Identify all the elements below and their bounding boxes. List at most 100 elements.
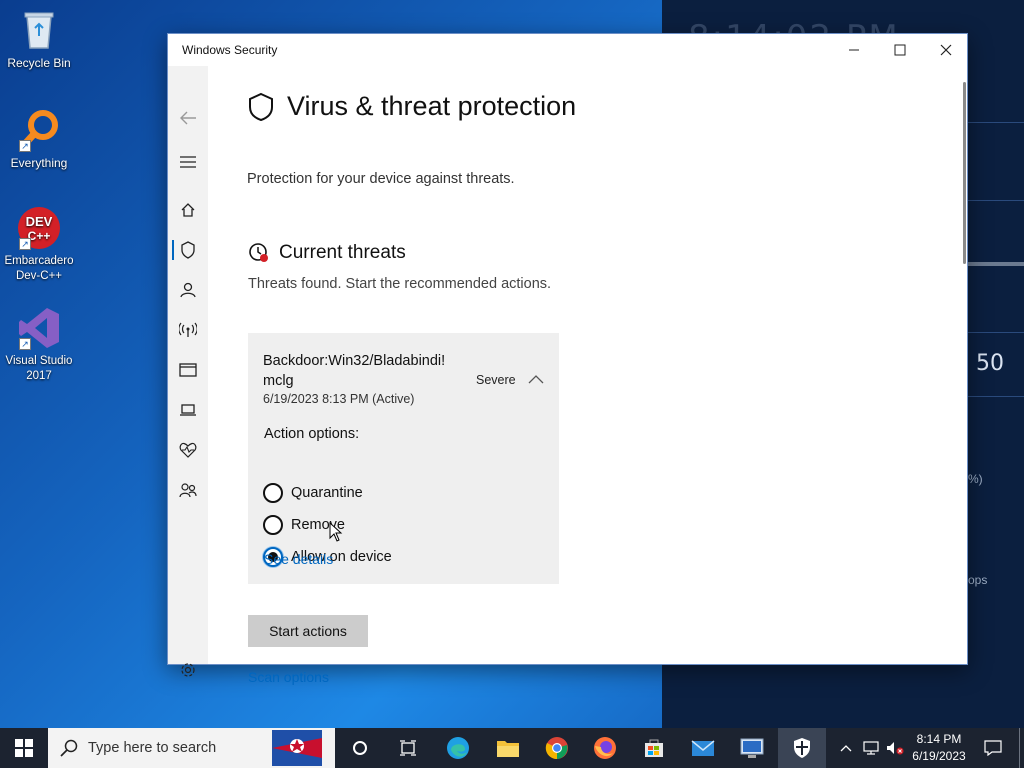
search-placeholder: Type here to search: [88, 740, 217, 756]
store-icon: [645, 739, 663, 757]
svg-text:C++: C++: [28, 229, 51, 243]
page-title: Virus & threat protection: [287, 91, 577, 121]
menu-button[interactable]: [168, 144, 208, 180]
device-icon: [180, 404, 196, 416]
edge-icon: [447, 737, 469, 759]
devcpp-icon: DEV C++ ↗: [17, 206, 61, 250]
health-icon: [179, 442, 197, 458]
sidebar-item-account[interactable]: [168, 272, 208, 308]
divider: [968, 332, 1024, 333]
sidebar-nav: [168, 66, 208, 677]
sidebar-item-device-security[interactable]: [168, 392, 208, 428]
taskbar-mail[interactable]: [681, 728, 725, 768]
windows-logo-icon: [15, 739, 33, 757]
search-icon: [60, 739, 78, 757]
show-hidden-icons-button[interactable]: [836, 728, 856, 768]
mouse-cursor-icon: [329, 522, 343, 542]
network-tray-button[interactable]: [860, 728, 882, 768]
settings-icon: [181, 663, 195, 677]
remote-desktop-icon: [740, 738, 764, 758]
widget-value: 50: [976, 351, 1004, 376]
desktop-icon-label: Recycle Bin: [7, 56, 71, 70]
taskbar-chrome[interactable]: [535, 728, 579, 768]
windows-security-window: Windows Security Virus & threat protecti…: [167, 33, 968, 685]
chevron-up-icon: [528, 375, 544, 384]
threat-card: Backdoor:Win32/Bladabindi! mclg 6/19/202…: [248, 333, 559, 584]
desktop-icon-label: Everything: [10, 156, 68, 170]
sidebar-item-firewall[interactable]: [168, 312, 208, 348]
search-box[interactable]: Type here to search: [48, 728, 335, 768]
taskbar-windows-security[interactable]: [778, 728, 826, 768]
search-highlight-icon: [272, 730, 322, 766]
sidebar-item-app-browser[interactable]: [168, 352, 208, 388]
desktop-icon-label: Embarcadero Dev-C++: [4, 255, 74, 282]
action-options-label: Action options:: [264, 426, 360, 442]
scrollbar[interactable]: [963, 82, 966, 264]
network-icon: [863, 741, 879, 755]
desktop-icon-visual-studio[interactable]: ↗ Visual Studio 2017: [0, 306, 78, 384]
close-button[interactable]: [923, 34, 969, 66]
back-button[interactable]: [168, 100, 208, 136]
clock-time: 8:14 PM: [916, 732, 962, 746]
maximize-icon: [894, 44, 906, 56]
threat-name-line: mclg: [263, 373, 294, 389]
maximize-button[interactable]: [877, 34, 923, 66]
page-subtitle: Protection for your device against threa…: [247, 171, 515, 187]
taskbar: Type here to search 8:14 PM 6/19/2023: [0, 728, 1024, 768]
taskbar-rdp[interactable]: [730, 728, 774, 768]
family-icon: [179, 483, 197, 498]
notification-center-button[interactable]: [976, 728, 1010, 768]
cortana-button[interactable]: [338, 728, 382, 768]
threat-name[interactable]: Backdoor:Win32/Bladabindi! mclg: [263, 351, 463, 391]
taskbar-store[interactable]: [632, 728, 676, 768]
sidebar-item-virus-protection[interactable]: [168, 232, 208, 268]
sidebar-item-home[interactable]: [168, 192, 208, 228]
volume-muted-icon: [887, 742, 904, 755]
divider: [968, 396, 1024, 397]
shortcut-arrow-icon: ↗: [19, 238, 31, 250]
svg-text:DEV: DEV: [26, 214, 53, 229]
home-icon: [181, 203, 195, 217]
menu-icon: [180, 156, 196, 168]
firefox-icon: [594, 737, 616, 759]
taskbar-firefox[interactable]: [583, 728, 627, 768]
mail-icon: [691, 740, 715, 756]
volume-tray-button[interactable]: [884, 728, 906, 768]
minimize-button[interactable]: [831, 34, 877, 66]
divider: [968, 262, 1024, 266]
notification-icon: [984, 740, 1002, 756]
show-desktop-button[interactable]: [1019, 728, 1024, 768]
sidebar-item-family[interactable]: [168, 472, 208, 508]
desktop-icon-everything[interactable]: ↗ Everything: [0, 108, 78, 171]
sidebar-item-settings[interactable]: [168, 652, 208, 688]
task-view-button[interactable]: [386, 728, 430, 768]
start-button[interactable]: [0, 728, 48, 768]
network-icon: [179, 322, 197, 337]
threat-date: 6/19/2023 8:13 PM (Active): [263, 392, 415, 406]
sidebar-item-device-health[interactable]: [168, 432, 208, 468]
title-bar[interactable]: Windows Security: [168, 34, 967, 66]
radio-circle[interactable]: [263, 515, 283, 535]
window-title: Windows Security: [182, 43, 278, 57]
taskbar-file-explorer[interactable]: [486, 728, 530, 768]
desktop-icon-recycle-bin[interactable]: Recycle Bin: [0, 8, 78, 71]
severity-badge: Severe: [476, 373, 516, 387]
chevron-up-icon: [840, 745, 852, 752]
radio-circle[interactable]: [263, 483, 283, 503]
radio-label: Quarantine: [291, 485, 363, 501]
start-actions-button[interactable]: Start actions: [248, 615, 368, 647]
folder-icon: [497, 741, 519, 757]
minimize-icon: [849, 49, 859, 51]
taskbar-clock[interactable]: 8:14 PM 6/19/2023: [906, 731, 972, 765]
widget-small-text: %): [968, 472, 983, 486]
collapse-button[interactable]: [528, 371, 544, 389]
scan-options-link[interactable]: Scan options: [248, 669, 329, 685]
visual-studio-icon: ↗: [17, 306, 61, 350]
see-details-link[interactable]: See details: [264, 551, 333, 567]
threat-name-line: Backdoor:Win32/Bladabindi!: [263, 353, 446, 369]
desktop-icon-devcpp[interactable]: DEV C++ ↗ Embarcadero Dev-C++: [0, 206, 78, 284]
radio-quarantine[interactable]: Quarantine: [263, 483, 363, 503]
current-threats-subtitle: Threats found. Start the recommended act…: [248, 276, 552, 292]
taskbar-edge[interactable]: [436, 728, 480, 768]
account-icon: [180, 282, 196, 298]
